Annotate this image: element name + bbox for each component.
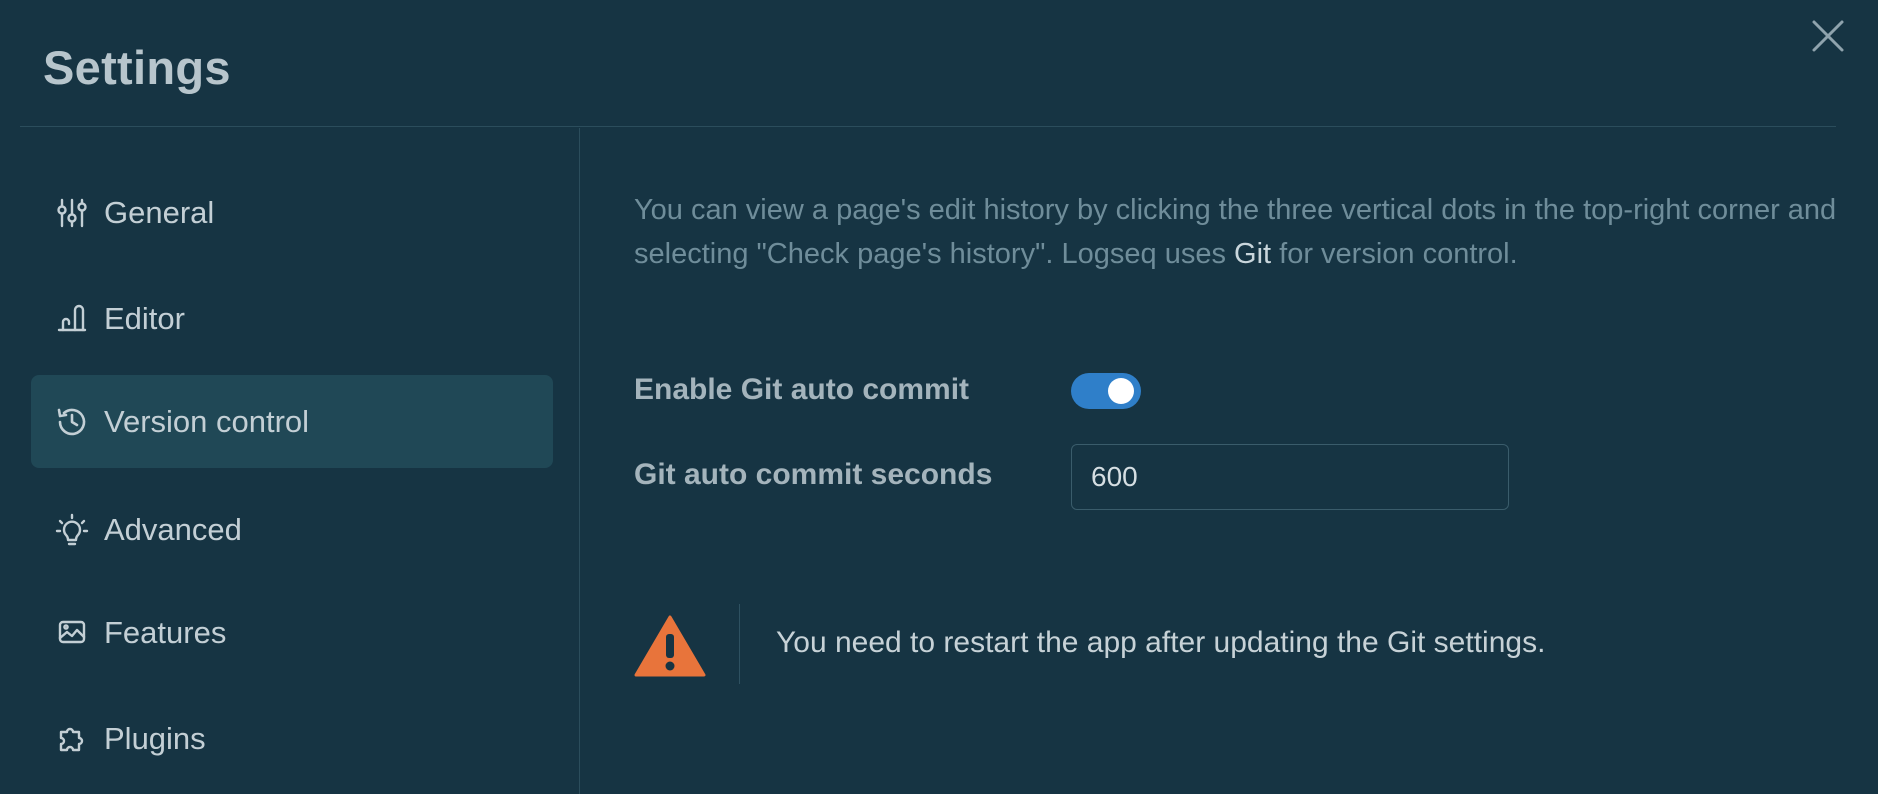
sidebar-item-label: Version control <box>104 403 310 439</box>
version-control-panel: You can view a page's edit history by cl… <box>634 128 1878 794</box>
sidebar-item-label: General <box>104 194 215 230</box>
sidebar-item-label: Advanced <box>104 511 242 547</box>
sidebar-item-editor[interactable]: Editor <box>31 272 553 365</box>
sidebar-item-version-control[interactable]: Version control <box>31 375 553 468</box>
restart-warning: You need to restart the app after updati… <box>634 604 1734 684</box>
close-icon <box>1812 20 1844 52</box>
sidebar-item-advanced[interactable]: Advanced <box>31 483 553 576</box>
sliders-icon <box>54 195 90 231</box>
warning-text: You need to restart the app after updati… <box>776 626 1546 659</box>
settings-modal: Settings General Editor Version control … <box>0 0 1878 794</box>
sidebar-item-label: Features <box>104 614 227 650</box>
auto-commit-label: Enable Git auto commit <box>634 373 970 406</box>
auto-commit-toggle[interactable] <box>1071 373 1141 409</box>
close-button[interactable] <box>1808 16 1848 56</box>
editor-icon <box>54 301 90 337</box>
settings-header: Settings <box>20 0 1836 127</box>
auto-commit-seconds-input[interactable] <box>1071 444 1509 510</box>
git-link[interactable]: Git <box>1234 238 1271 270</box>
features-icon <box>54 615 90 651</box>
toggle-knob <box>1108 378 1134 404</box>
sidebar-item-general[interactable]: General <box>31 166 553 259</box>
puzzle-icon <box>54 721 90 757</box>
settings-sidebar: General Editor Version control Advanced … <box>0 128 580 794</box>
auto-commit-seconds-label: Git auto commit seconds <box>634 458 993 491</box>
sidebar-item-label: Editor <box>104 300 185 336</box>
sidebar-item-label: Plugins <box>104 720 206 756</box>
warning-triangle-icon <box>634 614 706 678</box>
sidebar-item-features[interactable]: Features <box>31 586 553 679</box>
bulb-icon <box>54 512 90 548</box>
warning-divider <box>739 604 740 684</box>
page-title: Settings <box>43 41 231 94</box>
sidebar-item-plugins[interactable]: Plugins <box>31 692 553 785</box>
version-control-description: You can view a page's edit history by cl… <box>634 188 1854 276</box>
history-icon <box>54 404 90 440</box>
description-text-end: for version control. <box>1271 238 1518 270</box>
